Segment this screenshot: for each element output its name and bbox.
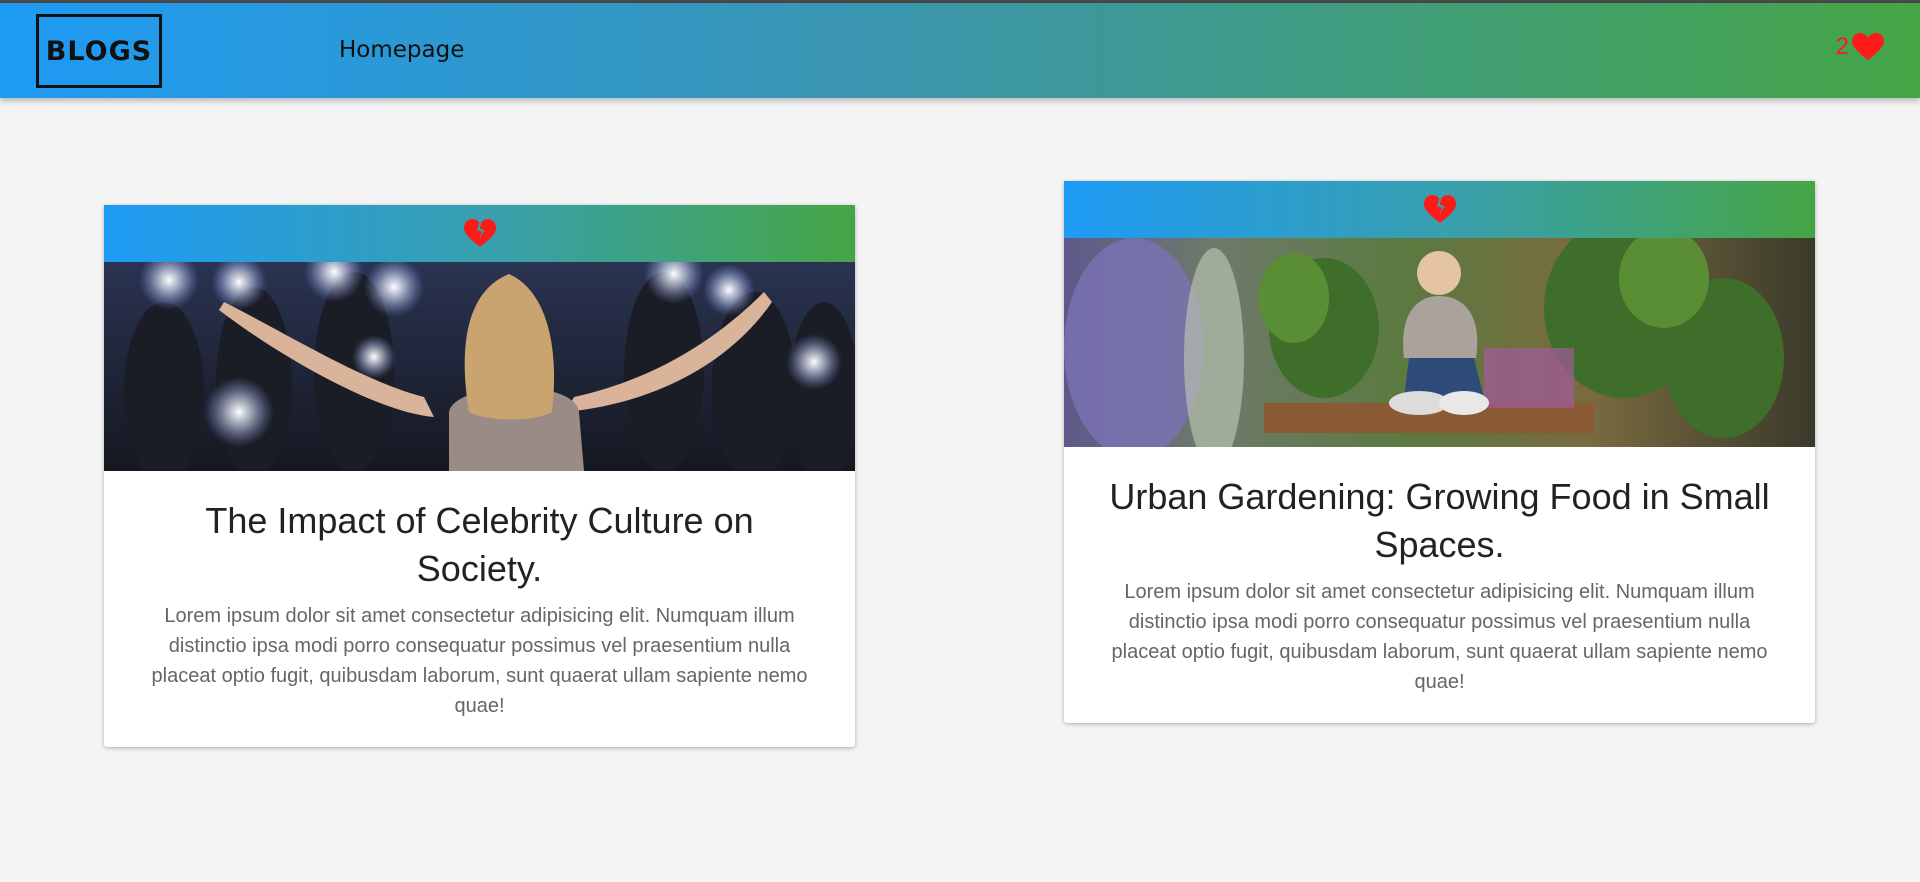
likes-count: 2 (1835, 33, 1849, 60)
celebrity-stage-image (104, 262, 855, 471)
blog-card: The Impact of Celebrity Culture on Socie… (104, 205, 855, 747)
post-title[interactable]: Urban Gardening: Growing Food in Small S… (1098, 473, 1781, 569)
card-body: The Impact of Celebrity Culture on Socie… (104, 471, 855, 747)
broken-heart-icon[interactable] (463, 219, 496, 248)
likes-counter[interactable]: 2 (1836, 33, 1884, 61)
broken-heart-icon[interactable] (1423, 195, 1456, 224)
card-header (1064, 181, 1815, 238)
post-excerpt: Lorem ipsum dolor sit amet consectetur a… (1111, 581, 1768, 693)
nav-link-homepage[interactable]: Homepage (339, 37, 464, 63)
heart-icon (1852, 33, 1884, 60)
urban-garden-image (1064, 238, 1815, 447)
navbar: BLOGS Homepage 2 (0, 3, 1920, 98)
card-header (104, 205, 855, 262)
card-body: Urban Gardening: Growing Food in Small S… (1064, 447, 1815, 723)
site-logo[interactable]: BLOGS (36, 14, 162, 88)
post-excerpt: Lorem ipsum dolor sit amet consectetur a… (151, 605, 808, 717)
blog-card: Urban Gardening: Growing Food in Small S… (1064, 181, 1815, 723)
post-title[interactable]: The Impact of Celebrity Culture on Socie… (138, 497, 821, 593)
